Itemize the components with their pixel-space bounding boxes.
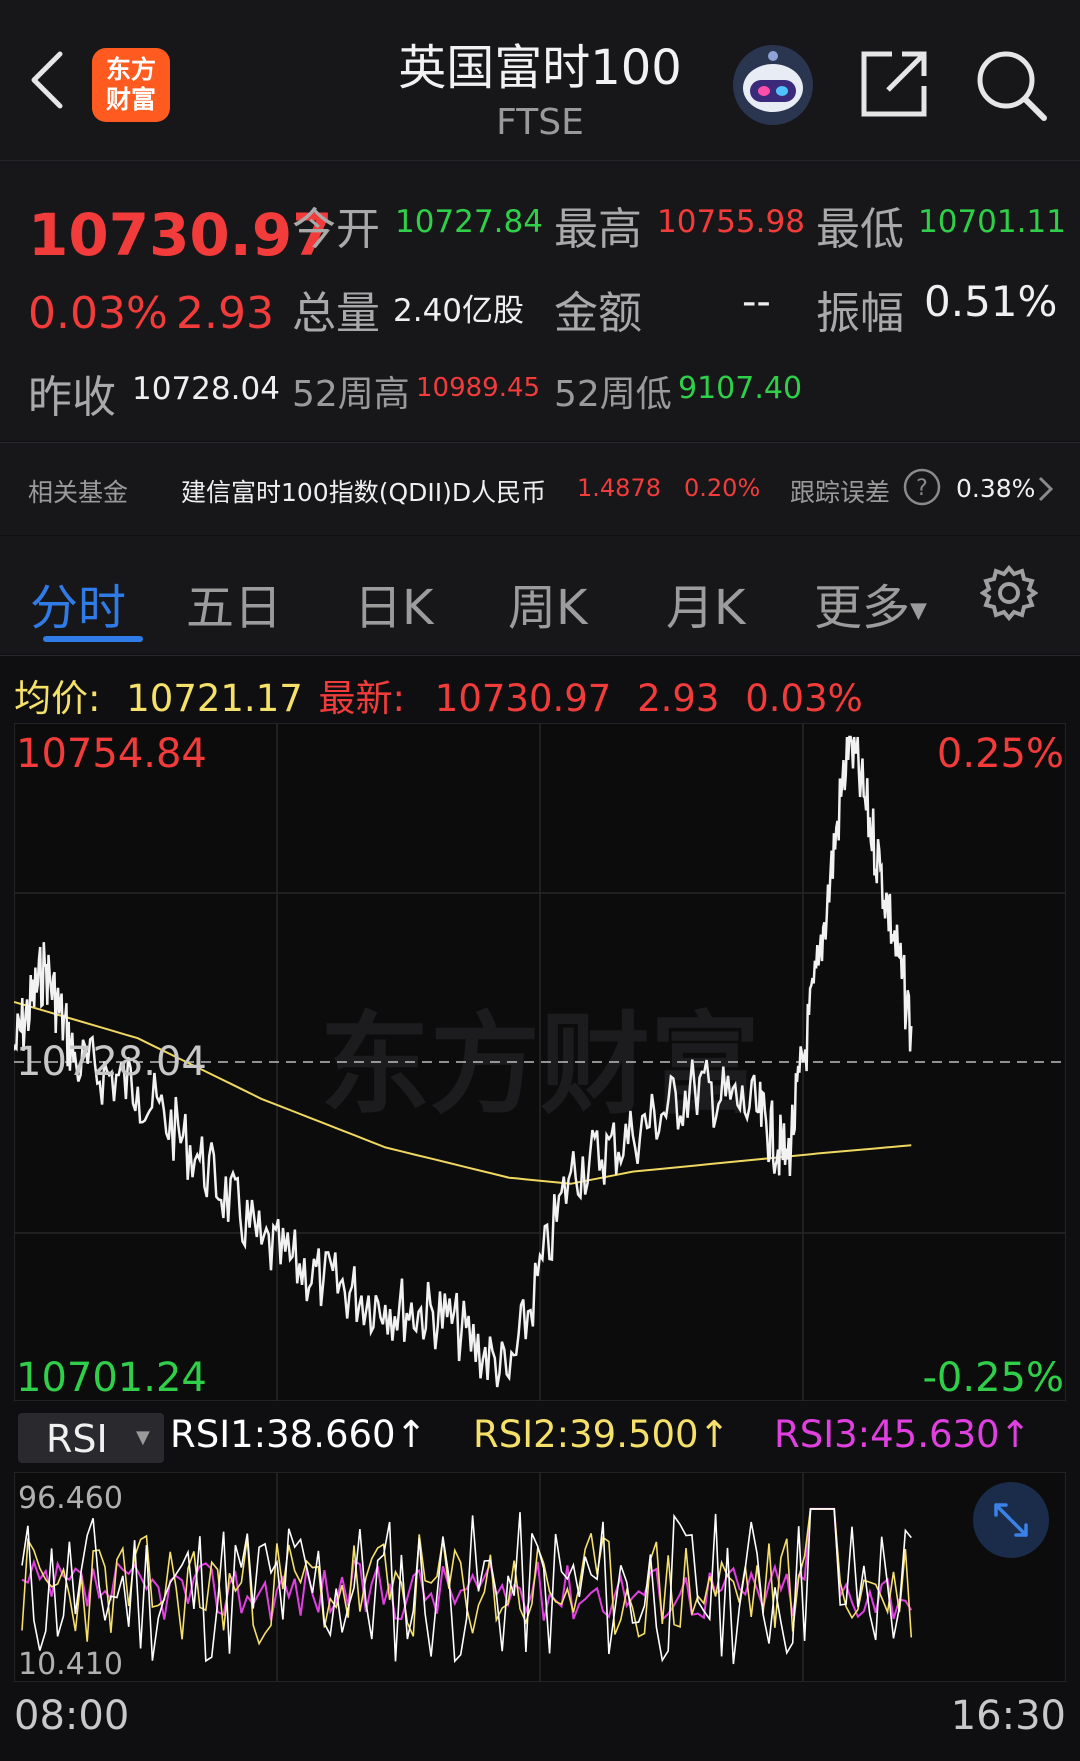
- open-value: 10727.84: [395, 204, 543, 240]
- share-icon[interactable]: [858, 48, 930, 120]
- amplitude-value: 0.51%: [924, 277, 1058, 326]
- axis-top-percent: 0.25%: [937, 731, 1064, 777]
- tab-weekly-k[interactable]: 周K: [508, 568, 587, 638]
- time-axis-end: 16:30: [950, 1693, 1066, 1739]
- avg-label: 均价:: [14, 677, 101, 720]
- rsi1-value: RSI1:38.660↑: [170, 1413, 427, 1456]
- tab-five-day[interactable]: 五日: [186, 568, 282, 638]
- tab-daily-k[interactable]: 日K: [354, 568, 433, 638]
- latest-change: 2.93: [637, 677, 720, 720]
- intraday-price-chart[interactable]: 东方财富 10754.84 0.25% 10728.04 10701.24 -0…: [14, 723, 1066, 1401]
- tab-monthly-k[interactable]: 月K: [666, 568, 745, 638]
- tracking-error-label: 跟踪误差: [790, 478, 891, 507]
- axis-top-price: 10754.84: [16, 731, 207, 777]
- change-percent: 0.03%: [28, 288, 168, 339]
- high-label: 最高: [554, 204, 642, 255]
- chart-info-bar: 均价: 10721.17 最新: 10730.97 2.93 0.03%: [0, 655, 1080, 724]
- latest-value: 10730.97: [434, 677, 612, 720]
- change-value: 2.93: [176, 288, 274, 339]
- prev-close-value: 10728.04: [132, 371, 280, 407]
- rsi-axis-max: 96.460: [18, 1481, 123, 1516]
- amplitude-label: 振幅: [816, 288, 904, 339]
- tab-intraday[interactable]: 分时: [30, 568, 126, 638]
- amount-value: --: [742, 279, 771, 325]
- current-price: 10730.97: [28, 201, 333, 269]
- rsi3-value: RSI3:45.630↑: [774, 1413, 1031, 1456]
- robot-avatar-icon[interactable]: [730, 42, 816, 128]
- help-icon[interactable]: ?: [902, 467, 942, 507]
- indicator-selector-label: RSI: [46, 1417, 108, 1461]
- tracking-error-value: 0.38%: [956, 474, 1036, 503]
- avg-value: 10721.17: [126, 677, 303, 720]
- time-axis-start: 08:00: [14, 1693, 130, 1739]
- low-label: 最低: [816, 204, 904, 255]
- search-icon[interactable]: [974, 48, 1048, 122]
- dropdown-caret-icon: ▼: [136, 1427, 150, 1448]
- rsi2-value: RSI2:39.500↑: [473, 1413, 730, 1456]
- rsi-axis-min: 10.410: [18, 1647, 123, 1682]
- high-value: 10755.98: [657, 204, 805, 240]
- fund-percent: 0.20%: [684, 474, 761, 502]
- rsi-header: RSI ▼ RSI1:38.660↑ RSI2:39.500↑ RSI3:45.…: [0, 1405, 1080, 1471]
- quote-panel: 10730.97 0.03% 2.93 昨收 10728.04 今开 10727…: [0, 161, 1080, 441]
- header-bar: 东方 财富 英国富时100 FTSE: [0, 0, 1080, 161]
- volume-value: 2.40亿股: [393, 293, 525, 329]
- amount-label: 金额: [554, 288, 642, 339]
- tab-more[interactable]: 更多▼: [814, 568, 927, 638]
- week52-low-label: 52周低: [554, 374, 672, 415]
- indicator-selector[interactable]: RSI ▼: [18, 1413, 164, 1463]
- axis-mid-price: 10728.04: [16, 1039, 207, 1085]
- rsi-chart[interactable]: 96.460 10.410: [14, 1472, 1066, 1682]
- latest-percent: 0.03%: [745, 677, 863, 720]
- open-label: 今开: [292, 204, 380, 255]
- related-fund-row[interactable]: 相关基金 建信富时100指数(QDII)D人民币 1.4878 0.20% 跟踪…: [0, 442, 1080, 535]
- axis-bottom-percent: -0.25%: [922, 1355, 1064, 1401]
- chevron-right-icon[interactable]: [1036, 475, 1056, 503]
- dropdown-caret-icon: ▼: [910, 598, 927, 624]
- week52-high-value: 10989.45: [416, 373, 541, 403]
- week52-high-label: 52周高: [292, 374, 410, 415]
- low-value: 10701.11: [918, 204, 1066, 240]
- axis-bottom-price: 10701.24: [16, 1355, 207, 1401]
- fund-label: 相关基金: [28, 478, 129, 507]
- fund-name[interactable]: 建信富时100指数(QDII)D人民币: [181, 473, 546, 509]
- week52-low-value: 9107.40: [678, 371, 803, 406]
- prev-close-label: 昨收: [28, 372, 116, 423]
- volume-label: 总量: [292, 288, 380, 339]
- svg-text:?: ?: [916, 476, 928, 501]
- latest-label: 最新:: [318, 677, 406, 720]
- gear-icon[interactable]: [980, 564, 1038, 622]
- fund-price: 1.4878: [577, 474, 661, 502]
- expand-icon[interactable]: [973, 1482, 1049, 1558]
